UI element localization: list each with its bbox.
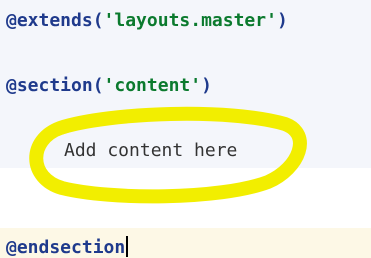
code-editor[interactable]: @extends('layouts.master') @section('con… [0, 0, 371, 258]
highlight-annotation [29, 106, 307, 204]
content-placeholder[interactable]: Add content here [64, 140, 237, 161]
